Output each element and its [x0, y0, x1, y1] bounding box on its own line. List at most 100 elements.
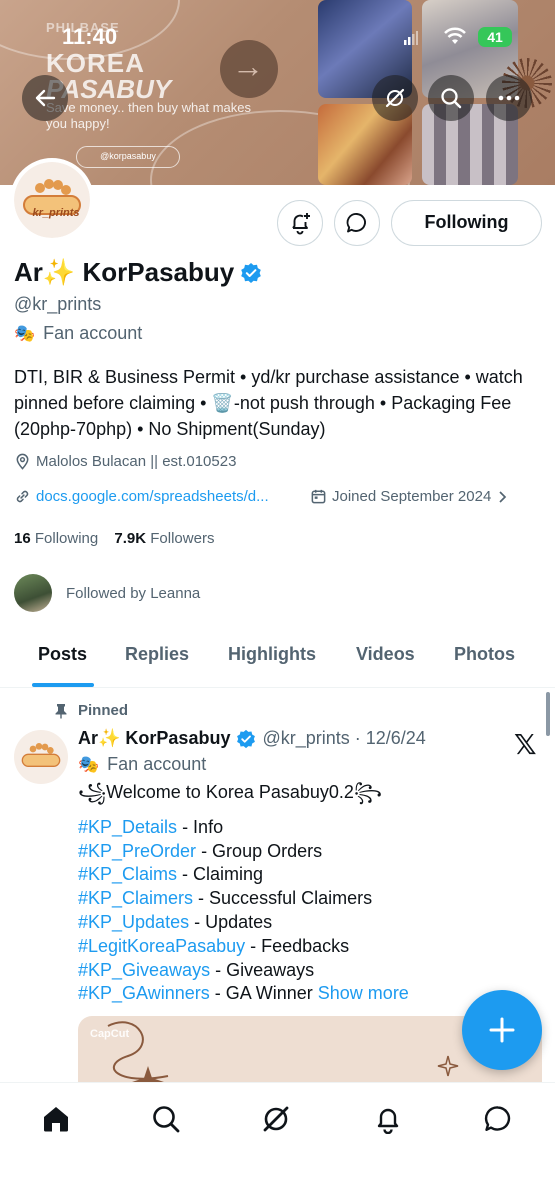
- post-line-text: - Updates: [189, 911, 273, 932]
- post-category-label: Fan account: [107, 754, 207, 774]
- joined-text: Joined September 2024: [332, 488, 492, 505]
- status-bar: 11:40 41: [0, 22, 555, 52]
- post-handle-date: @kr_prints · 12/6/24: [262, 728, 426, 748]
- profile-handle: @kr_prints: [14, 294, 102, 314]
- post-text[interactable]: ꧁Welcome to Korea Pasabuy0.2꧂ #KP_Detail…: [78, 781, 538, 1006]
- followers-label: Followers: [150, 530, 215, 547]
- banner-handle: @korpasabuy: [76, 146, 180, 168]
- website-link[interactable]: docs.google.com/spreadsheets/d...: [36, 488, 269, 505]
- chat-bubble-icon: [346, 213, 366, 233]
- nav-search[interactable]: [148, 1101, 184, 1137]
- profile-avatar[interactable]: [10, 158, 94, 242]
- theater-masks-icon: 🎭: [78, 754, 100, 774]
- post-line-text: - Giveaways: [210, 959, 315, 980]
- following-count-link[interactable]: 16 Following: [14, 530, 98, 547]
- more-button[interactable]: [486, 75, 532, 121]
- profile-joined[interactable]: Joined September 2024: [310, 488, 508, 505]
- plus-icon: [489, 1017, 515, 1043]
- hashtag-link[interactable]: #KP_Giveaways: [78, 960, 210, 980]
- show-more-link[interactable]: Show more: [318, 983, 409, 1003]
- post-line: #KP_Claimers - Successful Claimers: [78, 887, 538, 911]
- profile-bio: DTI, BIR & Business Permit • yd/kr purch…: [14, 367, 523, 439]
- search-button[interactable]: [428, 75, 474, 121]
- post-line: #KP_Giveaways - Giveaways: [78, 959, 538, 983]
- avatar-text: kr_prints: [32, 207, 80, 219]
- pinned-label: Pinned: [54, 702, 128, 719]
- post-line: #KP_Details - Info: [78, 816, 538, 840]
- hashtag-link[interactable]: #KP_Claims: [78, 864, 177, 884]
- compose-post-button[interactable]: [462, 990, 542, 1070]
- grok-icon: [385, 88, 405, 108]
- nav-grok[interactable]: [258, 1101, 294, 1137]
- tab-replies[interactable]: Replies: [125, 644, 189, 665]
- back-button[interactable]: [22, 75, 68, 121]
- post-line: ꧁Welcome to Korea Pasabuy0.2꧂: [78, 781, 538, 805]
- post-avatar[interactable]: [14, 730, 68, 784]
- hashtag-link[interactable]: #LegitKoreaPasabuy: [78, 936, 245, 956]
- tab-videos[interactable]: Videos: [356, 644, 415, 665]
- hashtag-link[interactable]: #KP_Details: [78, 817, 177, 837]
- post-line-text: - GA Winner: [209, 983, 318, 1004]
- post-line: #KP_Updates - Updates: [78, 911, 538, 935]
- post-line-text: - Info: [177, 816, 224, 837]
- post-line-text: - Successful Claimers: [193, 888, 373, 909]
- bell-icon: [377, 1108, 399, 1134]
- verified-badge-icon: [241, 262, 262, 283]
- followers-count: 7.9K: [114, 530, 147, 547]
- nav-messages[interactable]: [480, 1101, 516, 1137]
- post-author-category: 🎭 Fan account: [78, 754, 206, 775]
- nav-notifications[interactable]: [370, 1101, 406, 1137]
- grok-button[interactable]: [372, 75, 418, 121]
- x-logo-icon[interactable]: 𝕏: [514, 728, 537, 761]
- post-line-text: - Feedbacks: [245, 935, 350, 956]
- follow-counts: 16 Following 7.9K Followers: [14, 530, 214, 547]
- back-arrow-icon: [35, 89, 56, 107]
- profile-category: 🎭 Fan account: [14, 323, 142, 344]
- bell-plus-icon: [292, 213, 310, 235]
- hashtag-link[interactable]: #KP_PreOrder: [78, 841, 196, 861]
- profile-category-label: Fan account: [43, 323, 143, 343]
- paw-logo-icon: [21, 743, 61, 767]
- tab-highlights[interactable]: Highlights: [228, 644, 316, 665]
- more-dots-icon: [498, 95, 520, 101]
- post-line: #KP_GAwinners - GA Winner Show more: [78, 982, 538, 1006]
- followers-count-link[interactable]: 7.9K Followers: [114, 530, 214, 547]
- hashtag-link[interactable]: #KP_Updates: [78, 912, 189, 932]
- followed-by[interactable]: Followed by Leanna: [14, 574, 200, 612]
- following-label: Following: [34, 530, 99, 547]
- active-tab-indicator: [32, 683, 94, 687]
- home-icon: [44, 1107, 68, 1132]
- profile-location: Malolos Bulacan || est.010523: [14, 453, 236, 470]
- wifi-icon: [444, 27, 466, 50]
- nav-home[interactable]: [38, 1101, 74, 1137]
- calendar-icon: [311, 489, 326, 504]
- hashtag-link[interactable]: #KP_GAwinners: [78, 983, 210, 1003]
- following-button[interactable]: Following: [391, 200, 542, 246]
- tab-posts[interactable]: Posts: [38, 644, 87, 665]
- post-author-name[interactable]: Ar✨ KorPasabuy: [78, 728, 230, 749]
- search-icon: [441, 88, 462, 109]
- post-line: #KP_PreOrder - Group Orders: [78, 840, 538, 864]
- battery-indicator: 41: [478, 27, 512, 47]
- tab-photos[interactable]: Photos: [454, 644, 515, 665]
- message-button[interactable]: [334, 200, 380, 246]
- profile-website[interactable]: docs.google.com/spreadsheets/d...: [14, 488, 269, 505]
- notifications-subscribe-button[interactable]: [277, 200, 323, 246]
- post-line-text: - Group Orders: [196, 840, 323, 861]
- profile-name: Ar✨ KorPasabuy: [14, 257, 262, 288]
- bottom-navigation: [0, 1082, 555, 1200]
- pin-icon: [55, 703, 67, 718]
- chat-bubble-icon: [484, 1106, 511, 1131]
- search-icon: [153, 1106, 180, 1133]
- status-time: 11:40: [62, 24, 118, 49]
- chevron-right-icon: [499, 490, 507, 503]
- pinned-text: Pinned: [78, 702, 129, 719]
- follower-avatar: [14, 574, 52, 612]
- scrollbar[interactable]: [546, 692, 550, 736]
- profile-name-text: Ar✨ KorPasabuy: [14, 257, 235, 287]
- signal-icon: [404, 31, 418, 45]
- hashtag-link[interactable]: #KP_Claimers: [78, 888, 193, 908]
- post-header: Ar✨ KorPasabuy @kr_prints · 12/6/24: [78, 728, 426, 749]
- followed-by-text: Followed by Leanna: [66, 584, 201, 602]
- theater-masks-icon: 🎭: [14, 323, 36, 343]
